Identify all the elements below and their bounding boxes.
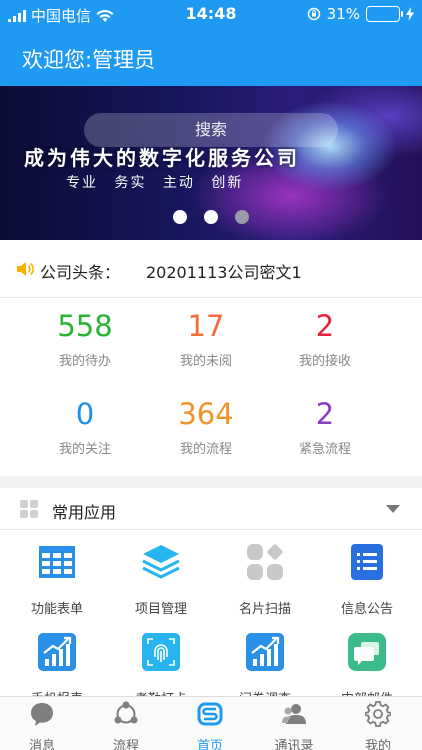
table-icon [39,546,75,578]
stat-label: 我的关注 [58,442,111,457]
welcome-title: 欢迎您:管理员 [22,48,156,72]
status-bar: 中国电信 14:48 31% [0,0,422,28]
app-survey[interactable]: 问卷调查 [212,632,318,696]
app-label: 问卷调查 [212,688,318,696]
banner-carousel[interactable]: 成为伟大的数字化服务公司 专业 务实 主动 创新 搜索 [0,86,422,240]
carousel-dot[interactable] [235,210,249,224]
stat-received[interactable]: 2 我的接收 [255,308,395,369]
app-label: 内部邮件 [314,688,420,696]
speaker-icon [17,262,34,276]
fingerprint-icon [142,633,180,671]
chevron-down-icon[interactable] [386,505,400,513]
common-apps-header[interactable]: 常用应用 [0,488,422,530]
common-apps-title: 常用应用 [52,503,117,522]
tab-label: 首页 [196,739,223,750]
app-label: 项目管理 [134,602,187,617]
rotation-lock-icon [307,7,320,21]
home-screen: 中国电信 14:48 31% 欢迎您:管理员 成为伟大的数字化服务公司 专业 务… [0,0,422,750]
home-logo-icon [197,702,223,726]
contacts-icon [282,704,306,724]
tab-flow[interactable]: 流程 [84,701,168,750]
chart-icon [38,633,76,671]
stat-following[interactable]: 0 我的关注 [15,396,155,457]
stat-urgent-process[interactable]: 2 紧急流程 [255,396,395,457]
top-header: 中国电信 14:48 31% 欢迎您:管理员 [0,0,422,86]
stat-label: 紧急流程 [298,442,351,457]
stat-value: 558 [57,309,113,343]
app-card-scan[interactable]: 名片扫描 [212,542,318,617]
app-function-form[interactable]: 功能表单 [4,542,110,617]
stats-panel: 558 我的待办 17 我的未阅 2 我的接收 0 我的关注 364 我的流程 … [0,298,422,476]
stat-value: 2 [315,397,335,431]
carousel-dot[interactable] [173,210,187,224]
headline-label: 公司头条： [40,263,121,282]
app-label: 名片扫描 [238,602,291,617]
carousel-dot[interactable] [204,210,218,224]
charging-icon [406,7,414,21]
bottom-tab-bar: 消息 流程 首页 通讯录 我的 [0,696,422,750]
battery-percent: 31% [326,5,360,23]
app-label: 考勤打卡 [108,688,214,696]
app-project-management[interactable]: 项目管理 [108,542,214,617]
stat-value: 0 [75,397,95,431]
message-icon [31,703,53,726]
layers-icon [142,545,180,579]
gear-icon [364,701,392,727]
stat-todo[interactable]: 558 我的待办 [15,308,155,369]
stat-value: 2 [315,309,335,343]
card-scan-icon [247,544,283,580]
notice-list-icon [351,544,383,580]
carousel-dots [0,210,422,224]
stat-label: 我的待办 [58,354,111,369]
app-internal-mail[interactable]: 内部邮件 [314,632,420,696]
app-attendance[interactable]: 考勤打卡 [108,632,214,696]
stat-label: 我的接收 [298,354,351,369]
app-mobile-report[interactable]: 手机报表 [4,632,110,696]
tab-contacts[interactable]: 通讯录 [252,701,336,750]
banner-subtitle: 专业 务实 主动 创新 [66,175,244,191]
tab-label: 消息 [28,739,55,750]
tab-mine[interactable]: 我的 [336,701,420,750]
tab-messages[interactable]: 消息 [0,701,84,750]
app-info-notice[interactable]: 信息公告 [314,542,420,617]
tab-home[interactable]: 首页 [168,701,252,750]
flow-icon [114,701,138,724]
tab-label: 流程 [112,739,139,750]
tab-label: 我的 [364,739,391,750]
app-label: 手机报表 [4,688,110,696]
apps-grid: 功能表单 项目管理 名片扫描 信息公告 [0,530,422,696]
chart-icon [246,633,284,671]
app-label: 功能表单 [30,602,83,617]
company-headline[interactable]: 公司头条： 20201113公司密文1 [0,240,422,298]
headline-text[interactable]: 20201113公司密文1 [146,259,302,283]
app-label: 信息公告 [340,602,393,617]
battery-icon [366,6,403,22]
search-box[interactable]: 搜索 [84,113,338,147]
chat-bubbles-icon [348,633,386,671]
apps-grid-icon [20,500,38,518]
tab-label: 通讯录 [274,739,314,750]
